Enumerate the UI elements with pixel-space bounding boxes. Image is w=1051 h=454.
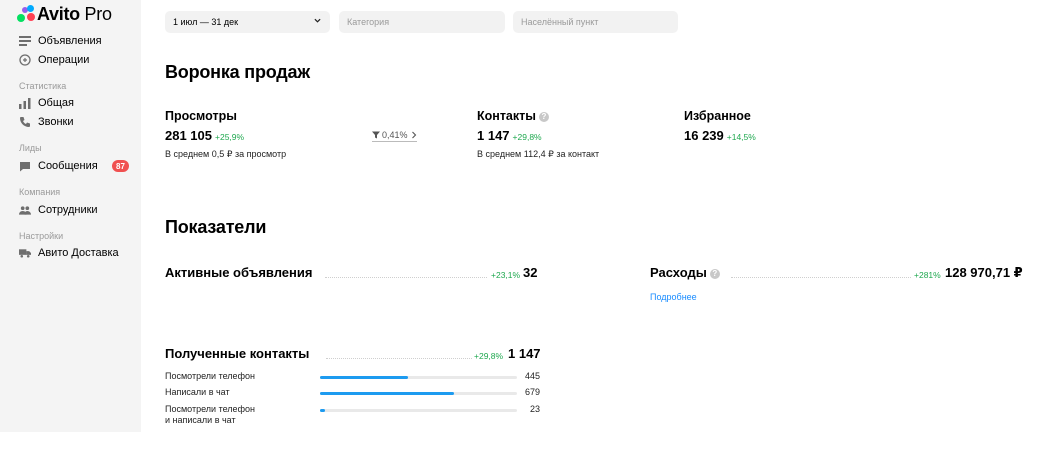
breakdown-bar-fill: [320, 376, 408, 379]
logo-brand: Avito: [37, 3, 80, 24]
breakdown-value-phone: 445: [524, 371, 540, 381]
sidebar-item-avito-delivery[interactable]: Авито Доставка: [19, 245, 119, 261]
received-contacts-value: 1 147: [508, 346, 541, 361]
contacts-delta: +29,8%: [512, 132, 542, 142]
conversion-value: 0,41%: [382, 130, 408, 140]
chevron-right-icon: [411, 131, 416, 139]
messages-count-badge: 87: [112, 160, 129, 172]
received-contacts-label: Полученные контакты: [165, 346, 310, 361]
avito-logo-icon: [17, 5, 35, 23]
category-placeholder: Категория: [347, 17, 390, 27]
breakdown-bar-fill: [320, 409, 325, 412]
breakdown-label-phone: Посмотрели телефон: [165, 371, 255, 381]
favorites-title: Избранное: [684, 109, 751, 123]
expenses-label-wrap: Расходы?: [650, 265, 720, 280]
breakdown-value-phone-and-chat: 23: [529, 404, 540, 414]
operations-icon: [19, 54, 31, 66]
sidebar-item-operations[interactable]: Операции: [19, 52, 89, 68]
help-icon[interactable]: ?: [538, 111, 549, 122]
location-select[interactable]: Населённый пункт: [513, 11, 678, 33]
section-label-settings: Настройки: [19, 231, 64, 241]
views-value: 281 105 +25,9%: [165, 128, 244, 143]
sidebar-item-label: Общая: [38, 97, 74, 109]
breakdown-label-phone-and-chat: Посмотрели телефон и написали в чат: [165, 404, 255, 425]
indicators-title: Показатели: [165, 217, 267, 237]
expenses-delta: +281%: [914, 270, 941, 280]
location-placeholder: Населённый пункт: [521, 17, 599, 27]
expenses-label: Расходы: [650, 265, 707, 280]
section-label-leads: Лиды: [19, 143, 42, 153]
section-label-statistics: Статистика: [19, 81, 67, 91]
expenses-details-link[interactable]: Подробнее: [650, 292, 697, 302]
contacts-number: 1 147: [477, 128, 510, 143]
breakdown-label-chat: Написали в чат: [165, 387, 230, 397]
breakdown-value-chat: 679: [524, 387, 540, 397]
funnel-title: Воронка продаж: [165, 62, 310, 82]
sidebar-item-label: Авито Доставка: [38, 247, 119, 259]
sidebar-item-label: Объявления: [38, 35, 102, 47]
favorites-value: 16 239 +14,5%: [684, 128, 756, 143]
sidebar-item-calls[interactable]: Звонки: [19, 114, 74, 130]
sidebar-item-label: Звонки: [38, 116, 74, 128]
logo[interactable]: Avito Pro: [17, 4, 112, 24]
contacts-title: Контакты: [477, 109, 536, 123]
breakdown-bar-chat: [320, 392, 517, 395]
active-ads-label: Активные объявления: [165, 265, 313, 280]
contacts-title-wrap: Контакты?: [477, 109, 549, 123]
sidebar-item-messages[interactable]: Сообщения: [19, 158, 98, 174]
conversion-link[interactable]: 0,41%: [372, 130, 417, 142]
dotted-leader: [731, 277, 911, 278]
logo-text: Avito Pro: [37, 4, 112, 25]
logo-suffix: Pro: [84, 3, 112, 24]
period-select[interactable]: 1 июл — 31 дек: [165, 11, 330, 33]
contacts-average: В среднем 112,4 ₽ за контакт: [477, 149, 600, 159]
sidebar-item-label: Операции: [38, 54, 90, 66]
sidebar-item-listings[interactable]: Объявления: [19, 33, 102, 49]
message-icon: [19, 160, 31, 172]
sidebar-item-employees[interactable]: Сотрудники: [19, 202, 98, 218]
delivery-truck-icon: [19, 247, 31, 259]
bar-chart-icon: [19, 97, 31, 109]
dotted-leader: [326, 358, 472, 359]
expenses-value: 128 970,71 ₽: [945, 265, 1023, 280]
section-label-company: Компания: [19, 187, 61, 197]
sidebar-item-overview[interactable]: Общая: [19, 95, 74, 111]
sidebar-item-label: Сообщения: [38, 160, 98, 172]
views-title: Просмотры: [165, 109, 237, 123]
views-delta: +25,9%: [215, 132, 245, 142]
category-select[interactable]: Категория: [339, 11, 505, 33]
sidebar-item-label: Сотрудники: [38, 204, 98, 216]
views-average: В среднем 0,5 ₽ за просмотр: [165, 149, 287, 159]
listing-icon: [19, 35, 31, 47]
period-select-value: 1 июл — 31 дек: [173, 17, 239, 27]
active-ads-delta: +23,1%: [491, 270, 521, 280]
favorites-number: 16 239: [684, 128, 724, 143]
active-ads-value: 32: [523, 265, 538, 280]
breakdown-bar-fill: [320, 392, 454, 395]
funnel-icon: [372, 131, 380, 139]
chevron-down-icon: [314, 18, 321, 23]
views-number: 281 105: [165, 128, 212, 143]
phone-icon: [19, 116, 31, 128]
received-contacts-delta: +29,8%: [474, 351, 504, 361]
dotted-leader: [325, 277, 487, 278]
sidebar: Avito Pro Объявления Операции Статистика…: [0, 0, 141, 432]
employees-icon: [19, 204, 31, 216]
help-icon[interactable]: ?: [709, 268, 720, 279]
breakdown-bar-phone-and-chat: [320, 409, 517, 412]
breakdown-bar-phone: [320, 376, 517, 379]
contacts-value: 1 147 +29,8%: [477, 128, 542, 143]
favorites-delta: +14,5%: [726, 132, 756, 142]
